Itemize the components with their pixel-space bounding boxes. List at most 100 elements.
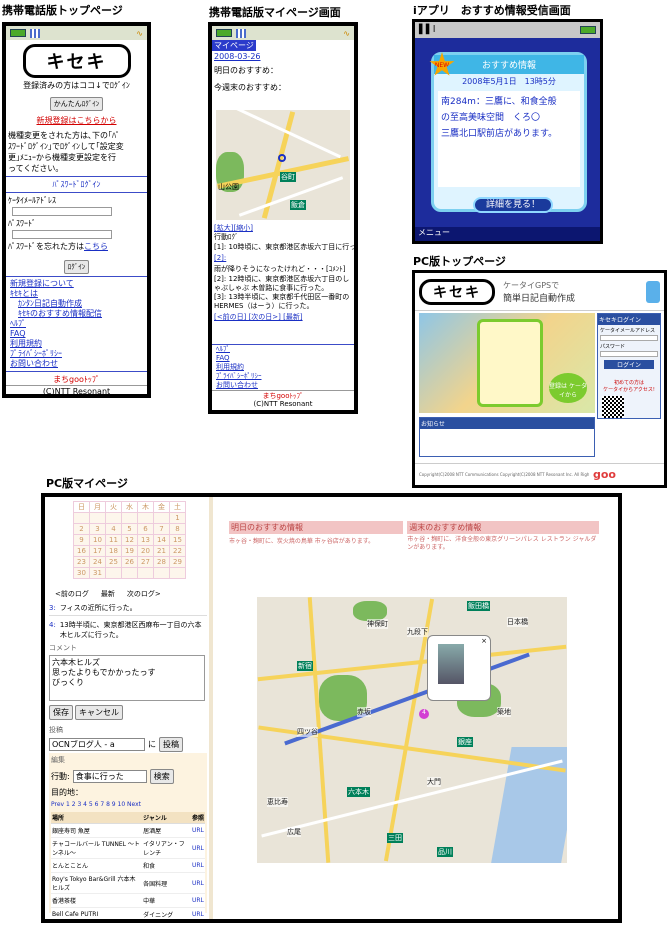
register-link[interactable]: 新規登録はこちらから (37, 116, 117, 125)
map-label: 新宿 (297, 661, 313, 671)
menu-item[interactable]: ｷｾｷのおすすめ情報配信 (10, 309, 147, 319)
calendar-day[interactable]: 19 (121, 545, 138, 557)
login-button[interactable]: ログイン (604, 360, 654, 369)
next-log-link[interactable]: 次のログ> (127, 589, 161, 599)
calendar-day[interactable]: 22 (169, 545, 186, 557)
menu-item[interactable]: 新規登録について (10, 279, 147, 289)
easy-login-button[interactable]: かんたんﾛｸﾞｲﾝ (49, 97, 104, 111)
password-input[interactable] (12, 230, 112, 239)
calendar: 日月火水木金土 1 2 3 4 5 6 7 8 9 10 11 12 13 14 15 16 17 18 19 20 21… (73, 501, 186, 579)
calendar-day[interactable]: 5 (121, 523, 138, 535)
building-photo (438, 644, 464, 684)
calendar-day[interactable]: 2 (73, 523, 90, 535)
calendar-day[interactable]: 8 (169, 523, 186, 535)
calendar-day[interactable]: 30 (73, 567, 90, 579)
calendar-day[interactable]: 4 (105, 523, 122, 535)
menu-item[interactable]: ﾌﾟﾗｲﾊﾞｼｰﾎﾟﾘｼｰ (216, 372, 354, 381)
antenna-icon (236, 28, 246, 38)
password-input[interactable] (600, 351, 658, 357)
calendar-day[interactable]: 14 (153, 534, 170, 546)
cancel-button[interactable]: キャンセル (75, 705, 123, 720)
calendar-day[interactable]: 11 (105, 534, 122, 546)
iapp-menu[interactable]: メニュー (415, 227, 600, 241)
calendar-day[interactable]: 16 (73, 545, 90, 557)
mail-input[interactable] (600, 335, 658, 341)
menu-item[interactable]: 利用規約 (216, 363, 354, 372)
map-pin-icon[interactable]: 4 (419, 709, 429, 719)
menu-item[interactable]: ﾍﾙﾌﾟ (216, 345, 354, 354)
save-button[interactable]: 保存 (49, 705, 73, 720)
menu-item[interactable]: お問い合わせ (216, 381, 354, 390)
calendar-day[interactable]: 13 (137, 534, 154, 546)
machi-goo-link[interactable]: まちgooﾄｯﾌﾟ (6, 374, 147, 385)
menu-item[interactable]: FAQ (10, 329, 147, 339)
search-button[interactable]: 検索 (149, 769, 174, 784)
pc-top-screen: キセキ ケータイGPSで 簡単日記自動作成 登録は ケータイから キセキログイン… (412, 270, 667, 488)
latest-log-link[interactable]: 最新 (101, 589, 115, 599)
map-label: 恵比寿 (267, 797, 288, 807)
action-select[interactable]: 食事に行った (72, 770, 147, 783)
post-button[interactable]: 投稿 (159, 737, 183, 752)
pc-map[interactable]: 飯田橋九段下神保町新宿四ツ谷赤坂六本木広尾恵比寿三田大門築地銀座東京日本橋品川 … (257, 597, 567, 863)
calendar-day[interactable]: 28 (153, 556, 170, 568)
calendar-day[interactable]: 29 (169, 556, 186, 568)
calendar-day[interactable]: 26 (121, 556, 138, 568)
prev-log-link[interactable]: <前のログ (55, 589, 89, 599)
comment-textarea[interactable]: 六本木ヒルズ 思ったよりもでかかったっす びっくり (49, 655, 205, 701)
calendar-day[interactable]: 9 (73, 534, 90, 546)
date-link[interactable]: 2008-03-26 (212, 51, 354, 62)
mail-input[interactable] (12, 207, 112, 216)
calendar-day[interactable]: 18 (105, 545, 122, 557)
close-icon[interactable]: × (481, 637, 487, 645)
calendar-day[interactable]: 15 (169, 534, 186, 546)
url-link[interactable]: URL (191, 893, 205, 908)
pc-mypage-screen: 日月火水木金土 1 2 3 4 5 6 7 8 9 10 11 12 13 14 15 16 17 18 19 20 21… (41, 493, 622, 923)
menu-item[interactable]: ﾌﾟﾗｲﾊﾞｼｰﾎﾟﾘｼｰ (10, 349, 147, 359)
recommend-date: 2008年5月1日 13時5分 (462, 77, 556, 86)
mobile-map[interactable]: 谷町 飯倉 山公園 (216, 110, 350, 220)
calendar-day[interactable]: 31 (89, 567, 106, 579)
url-link[interactable]: URL (191, 837, 205, 859)
map-popup[interactable]: × (427, 635, 491, 701)
url-link[interactable]: URL (191, 907, 205, 919)
calendar-day[interactable]: 10 (89, 534, 106, 546)
calendar-day[interactable]: 23 (73, 556, 90, 568)
url-link[interactable]: URL (191, 858, 205, 873)
calendar-day[interactable]: 12 (121, 534, 138, 546)
calendar-day[interactable]: 24 (89, 556, 106, 568)
login-button[interactable]: ﾛｸﾞｲﾝ (63, 260, 90, 274)
day-nav[interactable]: [<前の日] [次の日>] [最新] (214, 313, 354, 322)
blog-select[interactable]: OCNブログ人 - a (49, 738, 145, 751)
calendar-day[interactable]: 20 (137, 545, 154, 557)
menu-item[interactable]: ﾍﾙﾌﾟ (10, 319, 147, 329)
calendar-day[interactable]: 17 (89, 545, 106, 557)
calendar-day[interactable]: 21 (153, 545, 170, 557)
log-item[interactable]: 4: 13時半頃に、東京都港区西麻布一丁目の六本木ヒルズに行った。 (49, 616, 207, 644)
calendar-day[interactable]: 1 (169, 512, 186, 524)
weekend-title: 週末のおすすめ情報 (407, 521, 599, 534)
calendar-day[interactable]: 3 (89, 523, 106, 535)
calendar-day[interactable]: 27 (137, 556, 154, 568)
map-label: 築地 (497, 707, 511, 717)
menu-item[interactable]: 利用規約 (10, 339, 147, 349)
forgot-link[interactable]: こちら (84, 242, 108, 251)
zoom-links[interactable]: [拡大][縮小] (214, 224, 354, 233)
table-row: Bell Cafe PUTRI ダイニング URL (51, 907, 205, 919)
menu-item[interactable]: ｶﾝﾀﾝ日記自動作成 (10, 299, 147, 309)
calendar-day[interactable]: 6 (137, 523, 154, 535)
url-link[interactable]: URL (191, 872, 205, 894)
detail-button[interactable]: 詳細を見る！ (473, 197, 553, 213)
mypage-tab[interactable]: マイページ (212, 40, 256, 51)
menu-item[interactable]: FAQ (216, 354, 354, 363)
calendar-day[interactable]: 7 (153, 523, 170, 535)
password-label: ﾊﾟｽﾜｰﾄﾞ (8, 219, 36, 228)
url-link[interactable]: URL (191, 823, 205, 838)
calendar-day[interactable]: 25 (105, 556, 122, 568)
log-entry[interactable]: [2]: (214, 253, 354, 264)
pager[interactable]: Prev 1 2 3 4 5 6 7 8 9 10 Next (51, 801, 205, 808)
menu-item[interactable]: お問い合わせ (10, 359, 147, 369)
register-badge[interactable]: 登録は ケータイから (549, 373, 587, 403)
location-marker-icon (278, 154, 286, 162)
menu-item[interactable]: ｷｾｷとは (10, 289, 147, 299)
log-item[interactable]: 3: フィスの近所に行った。 (49, 601, 207, 616)
